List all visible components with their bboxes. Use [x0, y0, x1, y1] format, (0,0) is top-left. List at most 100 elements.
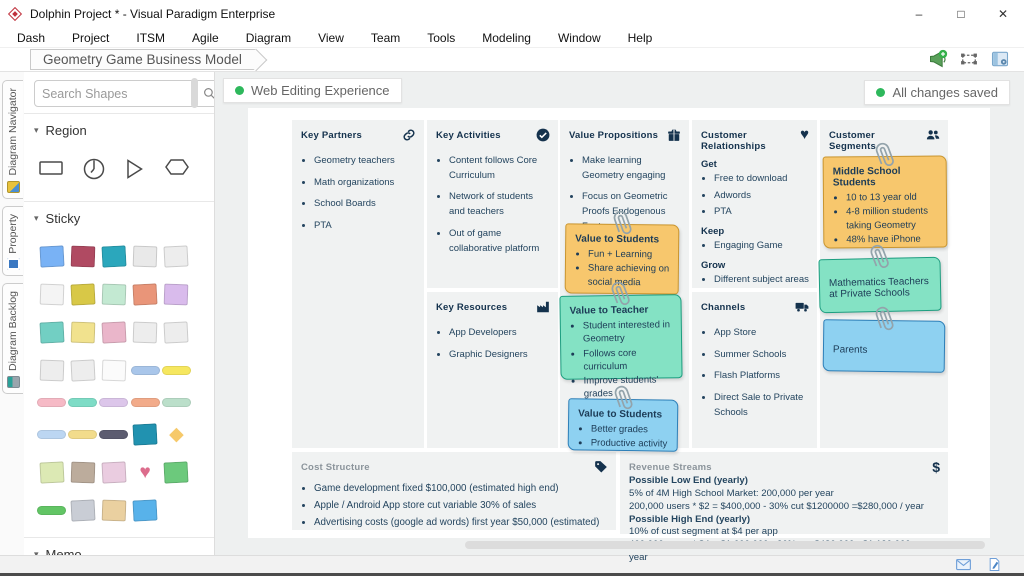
panel-scrollbar-thumb[interactable] [191, 78, 198, 108]
gift-pink[interactable] [101, 461, 126, 483]
highlight-orange[interactable] [131, 398, 160, 407]
sticky-gray[interactable] [133, 246, 158, 268]
rectangle-shape[interactable] [38, 157, 65, 179]
section-header-region[interactable]: ▾ Region [24, 113, 214, 145]
hexagon-shape[interactable] [163, 157, 191, 177]
close-button[interactable]: ✕ [982, 0, 1024, 28]
section-channels[interactable]: Channels App StoreSummer SchoolsFlash Pl… [692, 292, 817, 448]
menu-item-project[interactable]: Project [72, 31, 109, 45]
highlight-blue[interactable] [131, 366, 160, 375]
sticky-gray-folded[interactable] [164, 245, 189, 267]
search-shapes-box[interactable] [34, 80, 215, 107]
title-bar: Dolphin Project * - Visual Paradigm Ente… [0, 0, 1024, 28]
sticky-palette-grid: ◆♥ [24, 233, 214, 531]
bullet-item: Geometry teachers [314, 154, 416, 169]
sticky-lavender[interactable] [164, 284, 189, 306]
note-teal-lined[interactable] [39, 321, 64, 343]
sticky-yellow-taped[interactable] [70, 283, 95, 305]
maximize-button[interactable]: □ [940, 0, 982, 28]
marquee-select-icon[interactable] [959, 49, 979, 69]
horizontal-scrollbar-thumb[interactable] [465, 541, 985, 549]
share-announce-icon[interactable] [928, 49, 948, 69]
tag-tan[interactable] [102, 500, 127, 522]
heart-icon: ♥ [800, 128, 809, 142]
sticky-gray-4[interactable] [39, 360, 64, 382]
sticky-yellow-crumpled[interactable] [70, 322, 95, 344]
moneybag-green[interactable] [164, 461, 189, 483]
minimize-button[interactable]: – [898, 0, 940, 28]
breadcrumb[interactable]: Geometry Game Business Model [30, 49, 256, 70]
section-header-sticky[interactable]: ▾ Sticky [24, 201, 214, 233]
gem-yellow[interactable]: ◆ [169, 424, 184, 445]
sticky-note-parents[interactable]: Parents [823, 319, 946, 373]
section-key-partners[interactable]: Key Partners Geometry teachersMath organ… [292, 120, 424, 448]
banner-green[interactable] [37, 506, 66, 515]
highlight-green[interactable] [162, 398, 191, 407]
sticky-white-pinned[interactable] [39, 284, 64, 306]
menu-item-agile[interactable]: Agile [192, 31, 219, 45]
sticky-blue[interactable] [39, 245, 64, 267]
bullet-item: Advertising costs (google ad words) firs… [314, 515, 608, 530]
menu-item-help[interactable]: Help [628, 31, 653, 45]
menu-item-dash[interactable]: Dash [17, 31, 45, 45]
menu-item-window[interactable]: Window [558, 31, 601, 45]
highlight-teal[interactable] [68, 398, 97, 407]
label-yellow[interactable] [68, 430, 97, 439]
bullet-item: Game development fixed $100,000 (estimat… [314, 481, 608, 496]
layout-panel-icon[interactable] [990, 49, 1010, 69]
heart-pink[interactable]: ♥ [140, 462, 151, 483]
menu-item-tools[interactable]: Tools [427, 31, 455, 45]
shape-panel: ⋮ ▾ Region ▾ Sticky ◆♥ ▾ Memo [24, 72, 215, 555]
menu-item-diagram[interactable]: Diagram [246, 31, 291, 45]
menu-item-itsm[interactable]: ITSM [136, 31, 165, 45]
label-dark[interactable] [99, 430, 128, 439]
menu-item-team[interactable]: Team [371, 31, 400, 45]
sticky-note-middle-school-students[interactable]: Middle School Students 10 to 13 year old… [823, 155, 948, 248]
tab-property[interactable]: Property [2, 206, 23, 277]
section-header-memo[interactable]: ▾ Memo [24, 537, 214, 555]
shape-gray[interactable] [70, 499, 95, 521]
highlight-yellow[interactable] [162, 366, 191, 375]
diagram-canvas[interactable]: Web Editing Experience All changes saved… [215, 72, 1024, 555]
sticky-gray-5[interactable] [70, 359, 95, 381]
search-shapes-input[interactable] [42, 87, 203, 101]
menu-item-modeling[interactable]: Modeling [482, 31, 531, 45]
section-customer-relationships[interactable]: Customer Relationships ♥ Get Free to dow… [692, 120, 817, 288]
section-revenue-streams[interactable]: Revenue Streams $ Possible Low End (year… [620, 452, 948, 534]
sticky-white[interactable] [102, 360, 127, 382]
sticky-note-value-to-students-2[interactable]: Value to Students Better gradesProductiv… [568, 398, 679, 452]
section-cost-structure[interactable]: Cost Structure Game development fixed $1… [292, 452, 616, 530]
visual-paradigm-window: Dolphin Project * - Visual Paradigm Ente… [0, 0, 1024, 576]
note-lightgreen[interactable] [39, 461, 64, 483]
bullet-item: Direct Sale to Private Schools [714, 391, 809, 420]
play-shape[interactable] [123, 157, 146, 181]
bullet-item: Better grades [591, 423, 669, 437]
section-key-activities[interactable]: Key Activities Content follows Core Curr… [427, 120, 558, 288]
people-icon [926, 128, 940, 147]
tab-diagram-backlog[interactable]: Diagram Backlog [2, 283, 23, 394]
menu-item-view[interactable]: View [318, 31, 344, 45]
mail-icon[interactable] [956, 558, 971, 571]
edit-document-icon[interactable] [987, 558, 1002, 571]
sticky-gray-3[interactable] [164, 321, 189, 343]
tab-diagram-navigator[interactable]: Diagram Navigator [2, 80, 23, 199]
sticky-maroon[interactable] [70, 246, 95, 268]
brick-teal[interactable] [133, 423, 158, 445]
sticky-mint[interactable] [102, 284, 127, 306]
label-blue[interactable] [37, 430, 66, 439]
flower-taupe[interactable] [70, 462, 95, 484]
sticky-gray-2[interactable] [133, 322, 158, 344]
sticky-salmon[interactable] [133, 283, 158, 305]
sticky-teal[interactable] [101, 245, 126, 267]
bullet-item: Follows core curriculum [583, 346, 673, 374]
highlight-lavender[interactable] [99, 398, 128, 407]
bullet-item: Different subject areas [714, 273, 809, 288]
bullet-item: Summer Schools [714, 348, 809, 363]
note-pink-pinned[interactable] [101, 321, 126, 343]
bullet-item: Flash Platforms [714, 369, 809, 384]
clock-shape[interactable] [82, 157, 106, 181]
thumbsup-blue[interactable] [133, 499, 158, 521]
sticky-note-value-to-teacher[interactable]: Value to Teacher Student interested in G… [559, 294, 682, 380]
highlight-pink[interactable] [37, 398, 66, 407]
section-key-resources[interactable]: Key Resources App DevelopersGraphic Desi… [427, 292, 558, 448]
